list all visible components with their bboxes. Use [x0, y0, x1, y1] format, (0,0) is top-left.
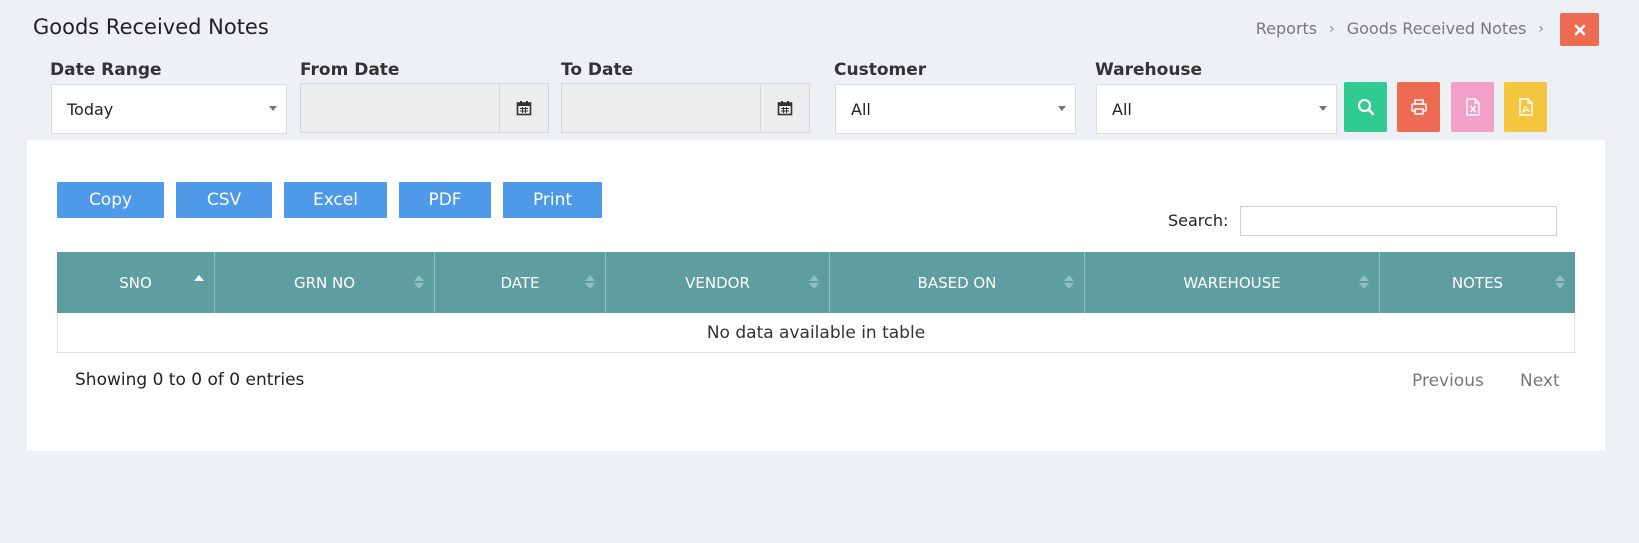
- table-header: SNO GRN NO DATE VENDOR BASED ON WAREHOUS…: [57, 252, 1575, 313]
- column-header-label: BASED ON: [917, 273, 997, 292]
- date-range-select[interactable]: Today: [51, 84, 287, 134]
- table-empty-row: No data available in table: [57, 313, 1575, 353]
- date-range-label: Date Range: [50, 60, 162, 80]
- from-date-label: From Date: [300, 60, 400, 80]
- close-button[interactable]: [1560, 13, 1599, 46]
- next-page-button[interactable]: Next: [1520, 371, 1560, 391]
- warehouse-select[interactable]: All: [1096, 84, 1337, 134]
- column-header-based-on[interactable]: BASED ON: [830, 252, 1085, 313]
- excel-file-icon: [1465, 98, 1480, 116]
- from-date-input[interactable]: [300, 83, 500, 133]
- search-button[interactable]: [1344, 82, 1387, 132]
- column-header-warehouse[interactable]: WAREHOUSE: [1085, 252, 1380, 313]
- column-header-label: NOTES: [1451, 273, 1504, 292]
- pdf-button[interactable]: PDF: [399, 182, 491, 218]
- export-excel-button[interactable]: [1451, 82, 1494, 132]
- to-date-label: To Date: [561, 60, 634, 80]
- customer-value: All: [851, 99, 871, 119]
- column-header-label: VENDOR: [685, 273, 750, 292]
- to-date-calendar-button[interactable]: [760, 83, 810, 133]
- column-header-date[interactable]: DATE: [435, 252, 606, 313]
- sort-icon: [1555, 275, 1565, 289]
- column-header-label: WAREHOUSE: [1183, 273, 1281, 292]
- calendar-icon: [777, 101, 793, 116]
- search-input[interactable]: [1240, 206, 1557, 236]
- column-header-notes[interactable]: NOTES: [1380, 252, 1575, 313]
- sort-icon: [414, 275, 424, 289]
- sort-ascending-icon: [194, 275, 204, 281]
- column-header-label: SNO: [119, 273, 152, 292]
- search-label: Search:: [1168, 211, 1229, 230]
- chevron-down-icon: [1319, 106, 1327, 111]
- close-icon: [1574, 24, 1585, 35]
- print-button[interactable]: [1397, 82, 1440, 132]
- sort-icon: [1359, 275, 1369, 289]
- sort-icon: [809, 275, 819, 289]
- column-header-label: DATE: [500, 273, 540, 292]
- search-icon: [1357, 98, 1374, 116]
- date-range-value: Today: [67, 99, 114, 119]
- excel-button[interactable]: Excel: [284, 182, 387, 218]
- chevron-down-icon: [269, 106, 277, 111]
- csv-button[interactable]: CSV: [176, 182, 272, 218]
- warehouse-value: All: [1112, 99, 1132, 119]
- export-pdf-button[interactable]: [1504, 82, 1547, 132]
- customer-select[interactable]: All: [835, 84, 1076, 134]
- column-header-sno[interactable]: SNO: [57, 252, 215, 313]
- sort-icon: [1064, 275, 1074, 289]
- breadcrumb: Reports › Goods Received Notes ›: [1256, 19, 1544, 38]
- column-header-vendor[interactable]: VENDOR: [606, 252, 830, 313]
- column-header-grn-no[interactable]: GRN NO: [215, 252, 435, 313]
- page-title: Goods Received Notes: [33, 15, 269, 39]
- warehouse-label: Warehouse: [1095, 60, 1203, 80]
- chevron-down-icon: [1058, 106, 1066, 111]
- customer-label: Customer: [834, 60, 927, 80]
- copy-button[interactable]: Copy: [57, 182, 164, 218]
- breadcrumb-item-reports[interactable]: Reports: [1256, 19, 1317, 38]
- sort-icon: [585, 275, 595, 289]
- table-info: Showing 0 to 0 of 0 entries: [75, 370, 305, 390]
- printer-icon: [1410, 99, 1427, 115]
- pdf-file-icon: [1518, 98, 1533, 116]
- calendar-icon: [516, 101, 532, 116]
- breadcrumb-separator: ›: [1329, 20, 1335, 37]
- breadcrumb-separator: ›: [1538, 20, 1544, 37]
- breadcrumb-item-current[interactable]: Goods Received Notes: [1347, 19, 1527, 38]
- previous-page-button[interactable]: Previous: [1412, 371, 1484, 391]
- column-header-label: GRN NO: [293, 273, 356, 292]
- to-date-input[interactable]: [561, 83, 761, 133]
- print-table-button[interactable]: Print: [503, 182, 602, 218]
- from-date-calendar-button[interactable]: [499, 83, 549, 133]
